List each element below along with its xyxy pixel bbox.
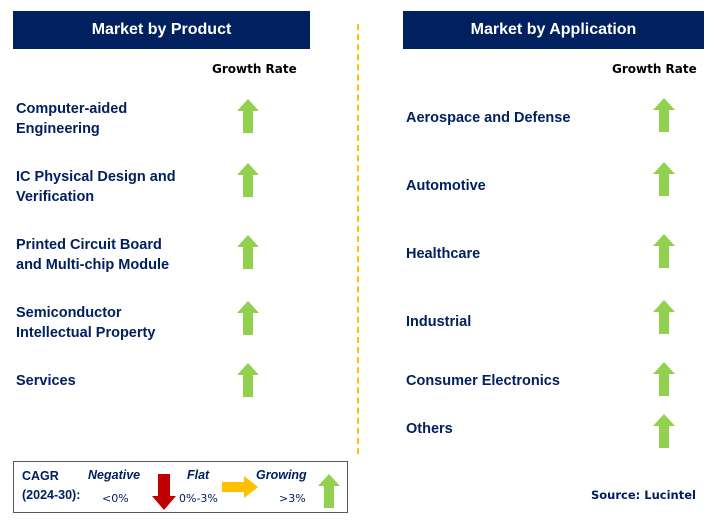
product-item-label-line1: IC Physical Design and bbox=[16, 169, 176, 185]
application-item-others: Others bbox=[406, 421, 453, 437]
legend-cagr-period: (2024-30): bbox=[22, 488, 81, 502]
product-item-label-line1: Services bbox=[16, 373, 76, 389]
product-item-label-line2: Engineering bbox=[16, 121, 100, 137]
growing-arrow-up-icon bbox=[237, 301, 259, 335]
application-item-aerospace: Aerospace and Defense bbox=[406, 110, 571, 126]
application-growth-rate-label: Growth Rate bbox=[612, 62, 697, 76]
legend-growing-label: Growing bbox=[256, 468, 307, 482]
application-item-consumer-electronics: Consumer Electronics bbox=[406, 373, 560, 389]
growing-arrow-up-icon bbox=[237, 163, 259, 197]
legend-cagr-label: CAGR bbox=[22, 469, 59, 483]
growing-arrow-up-icon bbox=[237, 99, 259, 133]
product-item-ic-physical-design: IC Physical Design and Verification bbox=[16, 167, 176, 207]
product-item-pcb-mcm: Printed Circuit Board and Multi-chip Mod… bbox=[16, 235, 169, 275]
source-credit: Source: Lucintel bbox=[591, 488, 696, 502]
growing-arrow-up-icon bbox=[653, 414, 675, 448]
product-item-label-line1: Computer-aided bbox=[16, 101, 128, 117]
product-growth-rate-label: Growth Rate bbox=[212, 62, 297, 76]
application-item-automotive: Automotive bbox=[406, 178, 486, 194]
product-item-label-line2: and Multi-chip Module bbox=[16, 257, 170, 273]
growing-arrow-up-icon bbox=[653, 162, 675, 196]
growing-arrow-up-icon bbox=[653, 234, 675, 268]
application-item-industrial: Industrial bbox=[406, 314, 472, 330]
panel-divider bbox=[357, 24, 359, 454]
product-item-cae: Computer-aided Engineering bbox=[16, 99, 127, 139]
legend-flat-range: 0%-3% bbox=[179, 492, 218, 505]
application-panel-header: Market by Application bbox=[403, 11, 704, 49]
product-item-label-line2: Intellectual Property bbox=[16, 325, 156, 341]
growing-arrow-up-icon bbox=[653, 300, 675, 334]
legend-negative-range: <0% bbox=[102, 492, 129, 505]
application-item-healthcare: Healthcare bbox=[406, 246, 481, 262]
product-item-label-line1: Printed Circuit Board bbox=[16, 237, 162, 253]
cagr-legend: CAGR (2024-30): Negative <0% Flat 0%-3% … bbox=[13, 461, 348, 513]
flat-arrow-right-icon bbox=[222, 476, 258, 498]
product-item-services: Services bbox=[16, 371, 76, 391]
growing-arrow-up-icon bbox=[237, 363, 259, 397]
product-panel-header: Market by Product bbox=[13, 11, 310, 49]
growing-arrow-up-icon bbox=[653, 362, 675, 396]
growing-arrow-up-icon bbox=[237, 235, 259, 269]
product-item-label-line1: Semiconductor bbox=[16, 305, 122, 321]
legend-growing-range: >3% bbox=[279, 492, 306, 505]
negative-arrow-down-icon bbox=[152, 474, 176, 510]
growing-arrow-up-icon bbox=[318, 474, 340, 508]
legend-flat-label: Flat bbox=[187, 468, 210, 482]
product-item-semiconductor-ip: Semiconductor Intellectual Property bbox=[16, 303, 155, 343]
legend-negative-label: Negative bbox=[88, 468, 141, 482]
growing-arrow-up-icon bbox=[653, 98, 675, 132]
product-item-label-line2: Verification bbox=[16, 189, 95, 205]
